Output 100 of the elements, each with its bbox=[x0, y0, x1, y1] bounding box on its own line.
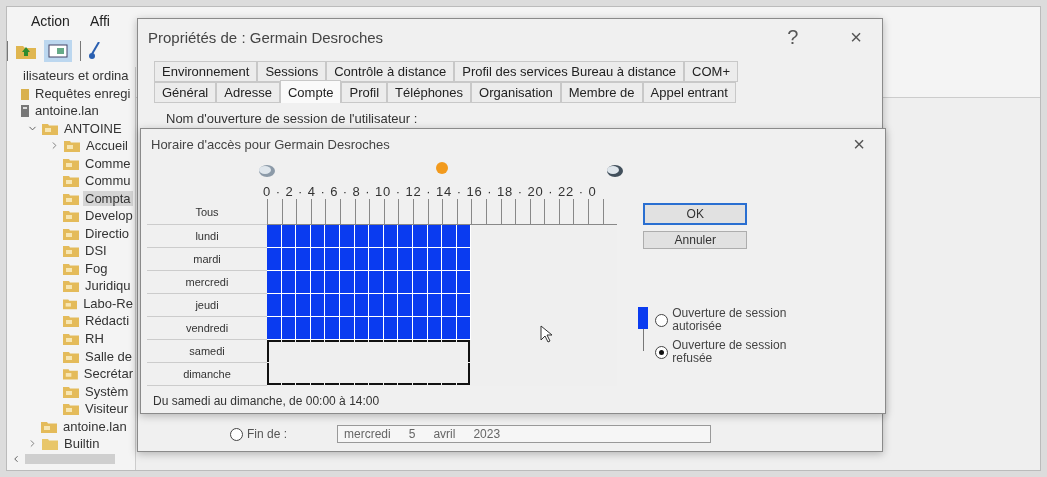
hour-cell[interactable] bbox=[296, 271, 311, 294]
ou-folder-icon bbox=[63, 174, 79, 188]
tab[interactable]: Organisation bbox=[471, 82, 561, 103]
radio-button[interactable] bbox=[230, 427, 243, 441]
tree-item[interactable]: Compta bbox=[83, 190, 133, 206]
hour-cell[interactable] bbox=[442, 317, 457, 340]
folder-up-icon[interactable] bbox=[16, 43, 36, 59]
tab[interactable]: COM+ bbox=[684, 61, 739, 82]
tree-item[interactable]: Directio bbox=[83, 225, 132, 241]
tree-item[interactable]: Comme bbox=[83, 155, 133, 171]
ok-button[interactable]: OK bbox=[643, 203, 748, 225]
menu-item[interactable]: Action bbox=[31, 13, 70, 31]
hour-column-header[interactable] bbox=[369, 199, 384, 225]
sun-icon bbox=[435, 161, 449, 175]
hour-column-header[interactable] bbox=[442, 199, 457, 225]
scrollbar-thumb[interactable] bbox=[25, 454, 115, 465]
tab[interactable]: Appel entrant bbox=[642, 82, 736, 103]
hour-column-header[interactable] bbox=[471, 199, 486, 225]
tab[interactable]: Général bbox=[154, 82, 217, 103]
ou-folder-icon bbox=[63, 349, 79, 363]
radio-button[interactable] bbox=[655, 313, 669, 327]
tree-item[interactable]: Accueil bbox=[84, 138, 130, 154]
hour-column-header[interactable] bbox=[573, 199, 589, 225]
tree-item[interactable]: ilisateurs et ordina bbox=[21, 68, 131, 84]
close-button[interactable]: × bbox=[844, 25, 868, 49]
tab[interactable]: Téléphones bbox=[387, 82, 472, 103]
tree-item[interactable]: Juridiqu bbox=[83, 278, 133, 294]
hour-cell[interactable] bbox=[267, 225, 282, 248]
hour-cell[interactable] bbox=[398, 271, 413, 294]
hour-cell[interactable] bbox=[296, 317, 311, 340]
tree-item[interactable]: Builtin bbox=[62, 436, 102, 452]
tab[interactable]: Compte bbox=[279, 80, 342, 103]
menu-item[interactable]: Affi bbox=[89, 13, 110, 31]
tree-item[interactable]: Visiteur bbox=[83, 401, 131, 417]
hour-cell[interactable] bbox=[325, 317, 340, 340]
hour-cell[interactable] bbox=[296, 248, 311, 271]
hour-column-header[interactable] bbox=[267, 199, 282, 225]
hour-cell[interactable] bbox=[267, 317, 282, 340]
tree-item[interactable]: Rédacti bbox=[83, 313, 132, 329]
panel-icon[interactable] bbox=[44, 40, 72, 62]
hour-cell[interactable] bbox=[398, 294, 413, 317]
hour-cell[interactable] bbox=[296, 294, 311, 317]
tab[interactable]: Sessions bbox=[257, 61, 327, 82]
hour-column-header[interactable] bbox=[325, 199, 340, 225]
tree-item[interactable]: ANTOINE bbox=[62, 120, 124, 136]
hour-column-header[interactable] bbox=[398, 199, 413, 225]
hour-column-header[interactable] bbox=[296, 199, 311, 225]
hour-cell[interactable] bbox=[369, 271, 384, 294]
help-button[interactable]: ? bbox=[781, 25, 805, 49]
close-button[interactable]: × bbox=[847, 132, 871, 156]
hour-cell[interactable] bbox=[296, 225, 311, 248]
tab[interactable]: Environnement bbox=[154, 61, 258, 82]
tab[interactable]: Adresse bbox=[216, 82, 280, 103]
hour-cell[interactable] bbox=[267, 294, 282, 317]
tab[interactable]: Profil des services Bureau à distance bbox=[454, 61, 685, 82]
radio-button[interactable] bbox=[655, 345, 669, 359]
tree-item[interactable]: Salle de bbox=[83, 348, 134, 364]
tree-item[interactable]: Requêtes enregi bbox=[33, 85, 133, 101]
hour-cell[interactable] bbox=[325, 248, 340, 271]
field-label: Nom d'ouverture de session de l'utilisateur : bbox=[166, 111, 419, 126]
hour-cell[interactable] bbox=[442, 225, 457, 248]
hour-cell[interactable] bbox=[398, 317, 413, 340]
tree-item[interactable]: antoine.lan bbox=[61, 418, 129, 434]
hour-cell[interactable] bbox=[442, 294, 457, 317]
hour-column-header[interactable] bbox=[544, 199, 559, 225]
hour-cell[interactable] bbox=[267, 271, 282, 294]
hour-cell[interactable] bbox=[267, 248, 282, 271]
tree-item[interactable]: DSI bbox=[83, 243, 109, 259]
hour-cell[interactable] bbox=[442, 248, 457, 271]
hour-cell[interactable] bbox=[442, 271, 457, 294]
tree-item[interactable]: Labo-Re bbox=[81, 295, 135, 311]
ou-folder-icon bbox=[63, 244, 79, 258]
cancel-button[interactable]: Annuler bbox=[643, 231, 748, 249]
tab[interactable]: Membre de bbox=[560, 82, 643, 103]
hour-column-header[interactable] bbox=[588, 199, 603, 225]
tree-item[interactable]: antoine.lan bbox=[33, 103, 101, 119]
hour-cell[interactable] bbox=[369, 225, 384, 248]
date-field[interactable]: mercredi 5 avril 2023 bbox=[337, 425, 712, 443]
hour-cell[interactable] bbox=[369, 317, 384, 340]
hour-cell[interactable] bbox=[369, 248, 384, 271]
tree-item[interactable]: Fog bbox=[83, 260, 110, 276]
tab[interactable]: Contrôle à distance bbox=[326, 61, 455, 82]
tree-item[interactable]: Systèm bbox=[83, 383, 131, 399]
hour-cell[interactable] bbox=[398, 225, 413, 248]
tree-item[interactable]: Develop bbox=[83, 208, 135, 224]
ou-folder-icon bbox=[63, 402, 79, 416]
scroll-left-icon[interactable] bbox=[11, 454, 21, 465]
tree-item[interactable]: Secrétar bbox=[81, 366, 135, 381]
hour-column-header[interactable] bbox=[515, 199, 530, 225]
tab[interactable]: Profil bbox=[341, 82, 388, 103]
tree-item[interactable]: RH bbox=[83, 331, 106, 346]
ou-folder-icon bbox=[63, 384, 79, 398]
hour-cell[interactable] bbox=[325, 225, 340, 248]
dialog-title: Propriétés de : Germain Desroches bbox=[148, 28, 385, 46]
hour-cell[interactable] bbox=[398, 248, 413, 271]
ou-folder-icon bbox=[63, 226, 79, 240]
tree-item[interactable]: Commu bbox=[83, 173, 133, 189]
hour-cell[interactable] bbox=[369, 294, 384, 317]
hour-cell[interactable] bbox=[325, 294, 340, 317]
hour-cell[interactable] bbox=[325, 271, 340, 294]
